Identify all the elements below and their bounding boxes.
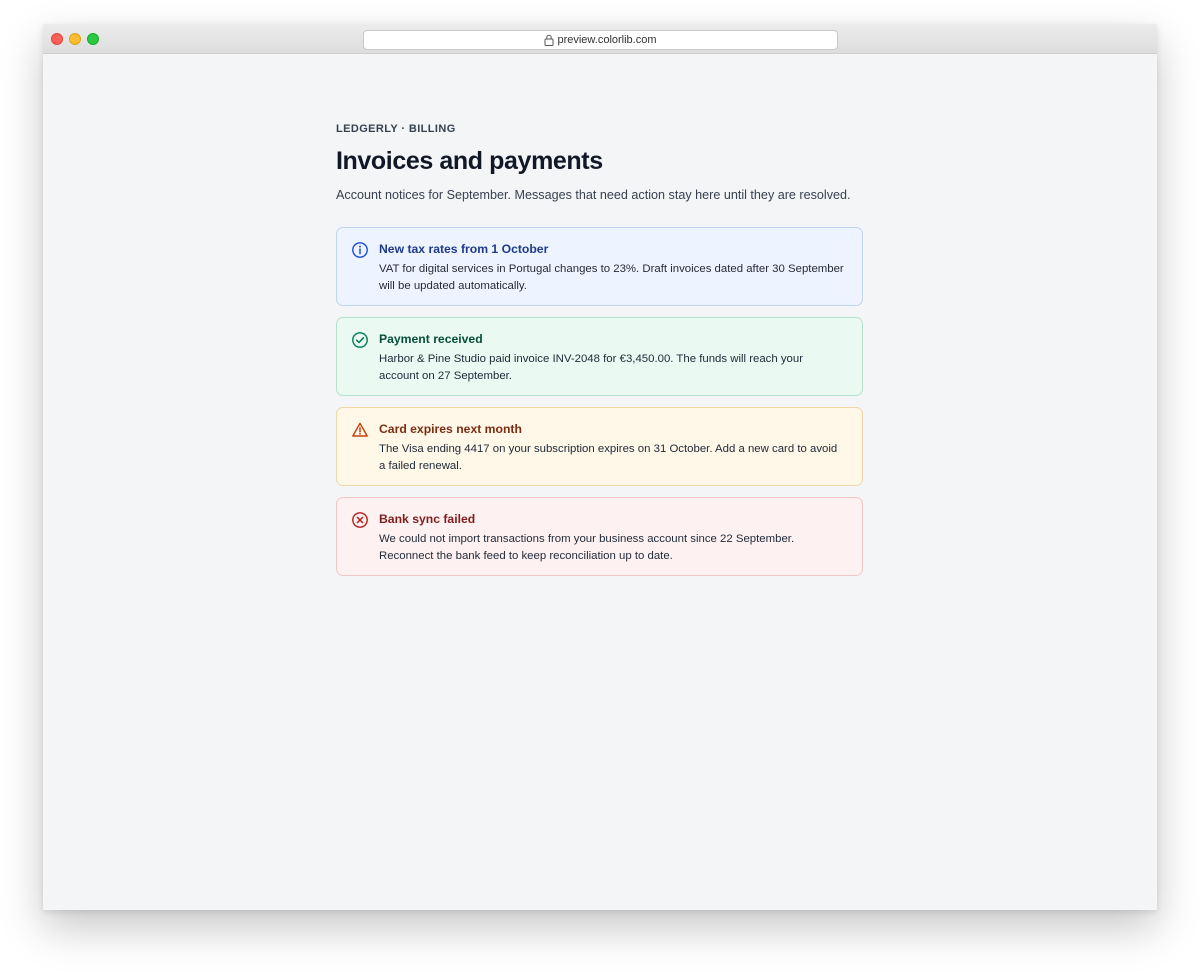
x-circle-icon	[352, 512, 368, 528]
alert-body: Harbor & Pine Studio paid invoice INV-20…	[379, 353, 804, 382]
zoom-window-button[interactable]	[87, 33, 99, 45]
breadcrumb: LEDGERLY · BILLING	[336, 123, 456, 135]
alert-info: New tax rates from 1 October VAT for dig…	[336, 227, 863, 306]
lock-icon	[544, 34, 554, 46]
address-bar-url: preview.colorlib.com	[557, 34, 657, 46]
alert-body: We could not import transactions from yo…	[379, 533, 795, 562]
alert-title: New tax rates from 1 October	[379, 242, 549, 256]
page-subtitle: Account notices for September. Messages …	[336, 188, 851, 202]
warning-triangle-icon	[352, 422, 368, 437]
alert-warning: Card expires next month The Visa ending …	[336, 407, 863, 486]
alert-title: Bank sync failed	[379, 512, 476, 526]
alert-success: Payment received Harbor & Pine Studio pa…	[336, 317, 863, 396]
alert-body: VAT for digital services in Portugal cha…	[379, 263, 844, 292]
alert-title: Card expires next month	[379, 422, 522, 436]
browser-titlebar: preview.colorlib.com	[43, 24, 1157, 54]
check-circle-icon	[352, 332, 368, 348]
info-circle-icon	[352, 242, 368, 258]
alert-error: Bank sync failed We could not import tra…	[336, 497, 863, 576]
alert-title: Payment received	[379, 332, 483, 346]
browser-window: preview.colorlib.com LEDGERLY · BILLING …	[43, 24, 1157, 910]
alert-body: The Visa ending 4417 on your subscriptio…	[379, 443, 838, 472]
minimize-window-button[interactable]	[69, 33, 81, 45]
close-window-button[interactable]	[51, 33, 63, 45]
address-bar[interactable]: preview.colorlib.com	[363, 30, 838, 50]
notices-panel: LEDGERLY · BILLING Invoices and payments…	[336, 122, 863, 587]
page-title: Invoices and payments	[336, 147, 603, 175]
